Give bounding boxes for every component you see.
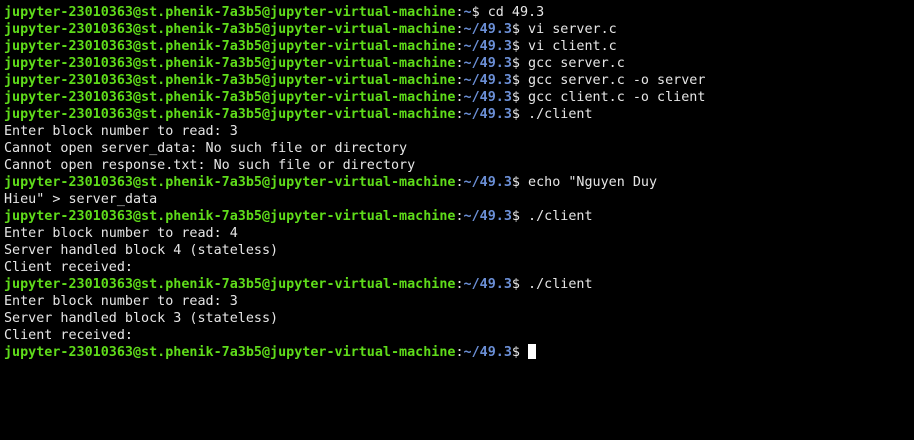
- output-line: Client received:: [4, 259, 914, 276]
- command-text: echo "Nguyen Duy: [528, 175, 658, 190]
- output-line: Enter block number to read: 3: [4, 123, 914, 140]
- prompt-user-host: jupyter-23010363@st.phenik-7a3b5@jupyter…: [4, 175, 456, 190]
- prompt-symbol: $: [511, 345, 529, 360]
- prompt-path: ~/49.3: [463, 277, 512, 292]
- prompt-separator: :: [455, 345, 464, 360]
- output-text: Client received:: [4, 328, 133, 343]
- prompt-user-host: jupyter-23010363@st.phenik-7a3b5@jupyter…: [4, 107, 456, 122]
- prompt-path: ~: [463, 5, 472, 20]
- prompt-separator: :: [455, 107, 464, 122]
- prompt-symbol: $: [511, 209, 529, 224]
- prompt-symbol: $: [511, 56, 529, 71]
- output-line: Server handled block 3 (stateless): [4, 310, 914, 327]
- prompt-line: jupyter-23010363@st.phenik-7a3b5@jupyter…: [4, 208, 914, 225]
- output-text: Server handled block 4 (stateless): [4, 243, 279, 258]
- prompt-separator: :: [455, 90, 464, 105]
- prompt-path: ~/49.3: [463, 22, 512, 37]
- prompt-path: ~/49.3: [463, 209, 512, 224]
- prompt-line: jupyter-23010363@st.phenik-7a3b5@jupyter…: [4, 38, 914, 55]
- output-text: Enter block number to read: 4: [4, 226, 238, 241]
- prompt-separator: :: [455, 56, 464, 71]
- prompt-user-host: jupyter-23010363@st.phenik-7a3b5@jupyter…: [4, 5, 456, 20]
- command-text: ./client: [528, 107, 593, 122]
- prompt-symbol: $: [511, 73, 529, 88]
- prompt-path: ~/49.3: [463, 56, 512, 71]
- output-text: Enter block number to read: 3: [4, 124, 238, 139]
- command-text: ./client: [528, 277, 593, 292]
- prompt-user-host: jupyter-23010363@st.phenik-7a3b5@jupyter…: [4, 209, 456, 224]
- prompt-line: jupyter-23010363@st.phenik-7a3b5@jupyter…: [4, 89, 914, 106]
- prompt-line: jupyter-23010363@st.phenik-7a3b5@jupyter…: [4, 344, 914, 361]
- output-text: Server handled block 3 (stateless): [4, 311, 279, 326]
- terminal-cursor[interactable]: [528, 344, 537, 359]
- command-text: vi client.c: [528, 39, 617, 54]
- command-text: cd 49.3: [487, 5, 545, 20]
- command-text: gcc server.c -o server: [528, 73, 706, 88]
- output-text: Client received:: [4, 260, 133, 275]
- prompt-user-host: jupyter-23010363@st.phenik-7a3b5@jupyter…: [4, 345, 456, 360]
- prompt-separator: :: [455, 39, 464, 54]
- prompt-user-host: jupyter-23010363@st.phenik-7a3b5@jupyter…: [4, 56, 456, 71]
- command-text: ./client: [528, 209, 593, 224]
- prompt-separator: :: [455, 209, 464, 224]
- prompt-user-host: jupyter-23010363@st.phenik-7a3b5@jupyter…: [4, 73, 456, 88]
- prompt-user-host: jupyter-23010363@st.phenik-7a3b5@jupyter…: [4, 39, 456, 54]
- output-line: Enter block number to read: 4: [4, 225, 914, 242]
- terminal-window[interactable]: jupyter-23010363@st.phenik-7a3b5@jupyter…: [0, 0, 914, 440]
- output-text: Hieu" > server_data: [4, 192, 158, 207]
- prompt-line: jupyter-23010363@st.phenik-7a3b5@jupyter…: [4, 276, 914, 293]
- prompt-separator: :: [455, 5, 464, 20]
- prompt-separator: :: [455, 73, 464, 88]
- prompt-path: ~/49.3: [463, 90, 512, 105]
- prompt-line: jupyter-23010363@st.phenik-7a3b5@jupyter…: [4, 55, 914, 72]
- output-line: Enter block number to read: 3: [4, 293, 914, 310]
- prompt-symbol: $: [511, 175, 529, 190]
- prompt-symbol: $: [511, 277, 529, 292]
- prompt-separator: :: [455, 22, 464, 37]
- prompt-separator: :: [455, 175, 464, 190]
- output-text: Cannot open server_data: No such file or…: [4, 141, 408, 156]
- prompt-symbol: $: [511, 107, 529, 122]
- command-text: gcc client.c -o client: [528, 90, 706, 105]
- output-text: Cannot open response.txt: No such file o…: [4, 158, 416, 173]
- prompt-path: ~/49.3: [463, 39, 512, 54]
- prompt-user-host: jupyter-23010363@st.phenik-7a3b5@jupyter…: [4, 22, 456, 37]
- prompt-line: jupyter-23010363@st.phenik-7a3b5@jupyter…: [4, 72, 914, 89]
- output-line: Client received:: [4, 327, 914, 344]
- command-text: vi server.c: [528, 22, 617, 37]
- prompt-path: ~/49.3: [463, 73, 512, 88]
- output-line: Cannot open response.txt: No such file o…: [4, 157, 914, 174]
- output-line: Hieu" > server_data: [4, 191, 914, 208]
- command-text: gcc server.c: [528, 56, 625, 71]
- prompt-user-host: jupyter-23010363@st.phenik-7a3b5@jupyter…: [4, 90, 456, 105]
- prompt-separator: :: [455, 277, 464, 292]
- prompt-symbol: $: [511, 22, 529, 37]
- prompt-symbol: $: [471, 5, 488, 20]
- output-text: Enter block number to read: 3: [4, 294, 238, 309]
- output-line: Server handled block 4 (stateless): [4, 242, 914, 259]
- output-line: Cannot open server_data: No such file or…: [4, 140, 914, 157]
- prompt-line: jupyter-23010363@st.phenik-7a3b5@jupyter…: [4, 106, 914, 123]
- prompt-path: ~/49.3: [463, 345, 512, 360]
- prompt-symbol: $: [511, 90, 529, 105]
- prompt-line: jupyter-23010363@st.phenik-7a3b5@jupyter…: [4, 4, 914, 21]
- prompt-symbol: $: [511, 39, 529, 54]
- prompt-line: jupyter-23010363@st.phenik-7a3b5@jupyter…: [4, 174, 914, 191]
- prompt-path: ~/49.3: [463, 107, 512, 122]
- prompt-user-host: jupyter-23010363@st.phenik-7a3b5@jupyter…: [4, 277, 456, 292]
- prompt-path: ~/49.3: [463, 175, 512, 190]
- prompt-line: jupyter-23010363@st.phenik-7a3b5@jupyter…: [4, 21, 914, 38]
